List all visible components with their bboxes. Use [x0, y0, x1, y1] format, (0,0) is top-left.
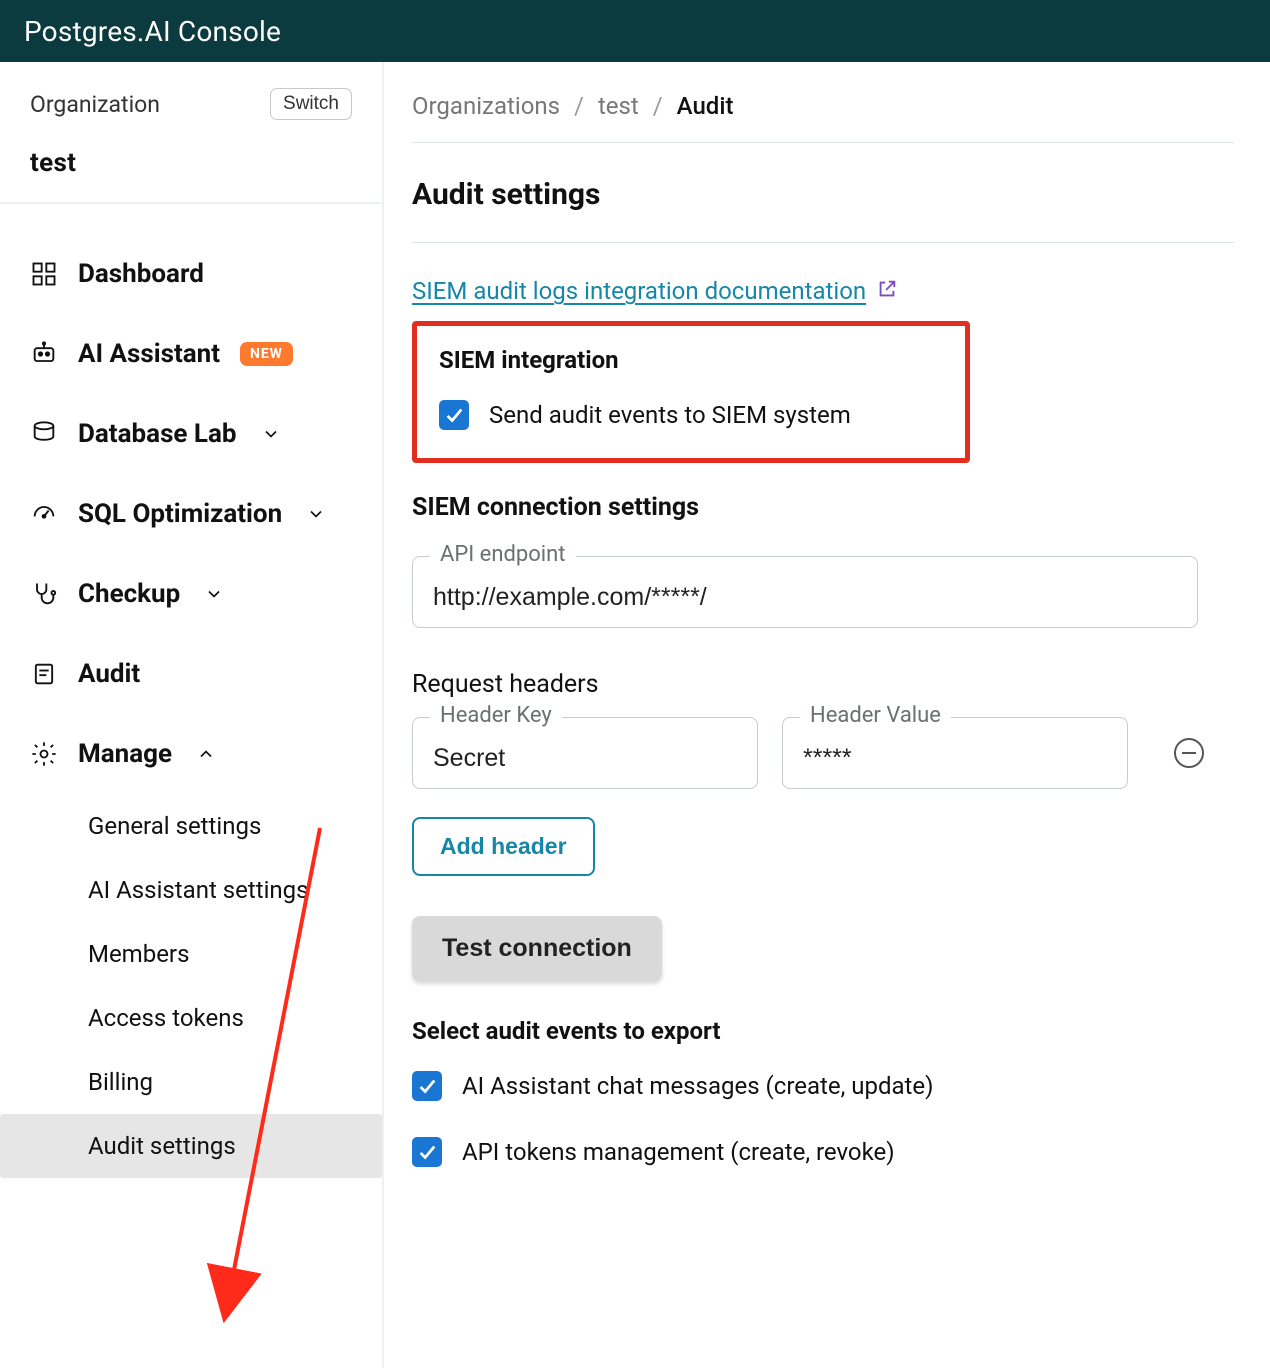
sidebar-item-label: Audit	[78, 659, 140, 689]
breadcrumb-separator: /	[653, 92, 663, 120]
app-title: Postgres.AI Console	[24, 15, 281, 48]
chevron-down-icon	[261, 424, 281, 444]
audit-icon	[30, 660, 58, 688]
test-connection-button[interactable]: Test connection	[412, 916, 662, 981]
sidebar-item-label: Database Lab	[78, 419, 237, 449]
siem-integration-highlight-box: SIEM integration Send audit events to SI…	[412, 321, 970, 463]
manage-submenu: General settings AI Assistant settings M…	[0, 794, 382, 1178]
gear-icon	[30, 740, 58, 768]
siem-integration-header: SIEM integration	[439, 346, 943, 374]
dashboard-icon	[30, 260, 58, 288]
sidebar-item-label: Dashboard	[78, 259, 204, 289]
external-link-icon	[876, 278, 898, 304]
sidebar-item-manage[interactable]: Manage	[0, 714, 382, 794]
chevron-up-icon	[196, 744, 216, 764]
enable-siem-checkbox[interactable]	[439, 400, 469, 430]
sidebar-nav: Dashboard AI Assistant NEW Database Lab	[0, 204, 382, 1202]
robot-icon	[30, 340, 58, 368]
sidebar-item-checkup[interactable]: Checkup	[0, 554, 382, 634]
breadcrumb-separator: /	[574, 92, 584, 120]
switch-org-button[interactable]: Switch	[270, 88, 352, 120]
sidebar-item-label: Checkup	[78, 579, 180, 609]
api-endpoint-label: API endpoint	[430, 542, 576, 567]
export-events-header: Select audit events to export	[412, 1017, 1234, 1045]
request-headers-header: Request headers	[412, 670, 1234, 699]
siem-connection-header: SIEM connection settings	[412, 493, 1234, 522]
subitem-billing[interactable]: Billing	[88, 1050, 382, 1114]
export-item-label: API tokens management (create, revoke)	[462, 1138, 895, 1166]
crumb-test[interactable]: test	[598, 92, 639, 120]
export-item-label: AI Assistant chat messages (create, upda…	[462, 1072, 934, 1100]
crumb-organizations[interactable]: Organizations	[412, 92, 560, 120]
subitem-ai-assistant-settings[interactable]: AI Assistant settings	[88, 858, 382, 922]
page-title: Audit settings	[412, 177, 1234, 243]
breadcrumb: Organizations / test / Audit	[412, 90, 1234, 143]
sidebar-item-label: SQL Optimization	[78, 499, 282, 529]
subitem-general-settings[interactable]: General settings	[88, 794, 382, 858]
subitem-access-tokens[interactable]: Access tokens	[88, 986, 382, 1050]
database-icon	[30, 420, 58, 448]
sidebar-item-ai-assistant[interactable]: AI Assistant NEW	[0, 314, 382, 394]
sidebar-item-sql-optimization[interactable]: SQL Optimization	[0, 474, 382, 554]
top-bar: Postgres.AI Console	[0, 0, 1270, 62]
chevron-down-icon	[306, 504, 326, 524]
stethoscope-icon	[30, 580, 58, 608]
sidebar: Organization Switch test Dashboard AI As	[0, 62, 384, 1368]
remove-header-button[interactable]	[1174, 738, 1204, 768]
sidebar-item-database-lab[interactable]: Database Lab	[0, 394, 382, 474]
subitem-audit-settings[interactable]: Audit settings	[0, 1114, 382, 1178]
subitem-members[interactable]: Members	[88, 922, 382, 986]
chevron-down-icon	[204, 584, 224, 604]
sidebar-item-label: AI Assistant	[78, 339, 220, 369]
crumb-current: Audit	[677, 92, 734, 120]
sidebar-item-dashboard[interactable]: Dashboard	[0, 234, 382, 314]
organization-name: test	[30, 148, 352, 178]
export-item-checkbox[interactable]	[412, 1137, 442, 1167]
header-value-label: Header Value	[800, 703, 951, 728]
siem-doc-link[interactable]: SIEM audit logs integration documentatio…	[412, 277, 866, 305]
sidebar-item-audit[interactable]: Audit	[0, 634, 382, 714]
gauge-icon	[30, 500, 58, 528]
enable-siem-label: Send audit events to SIEM system	[489, 401, 851, 429]
header-key-label: Header Key	[430, 703, 562, 728]
organization-label: Organization	[30, 91, 160, 118]
export-item-checkbox[interactable]	[412, 1071, 442, 1101]
main-pane: Organizations / test / Audit Audit setti…	[384, 62, 1270, 1368]
sidebar-item-label: Manage	[78, 739, 172, 769]
new-badge: NEW	[240, 342, 293, 366]
add-header-button[interactable]: Add header	[412, 817, 595, 876]
